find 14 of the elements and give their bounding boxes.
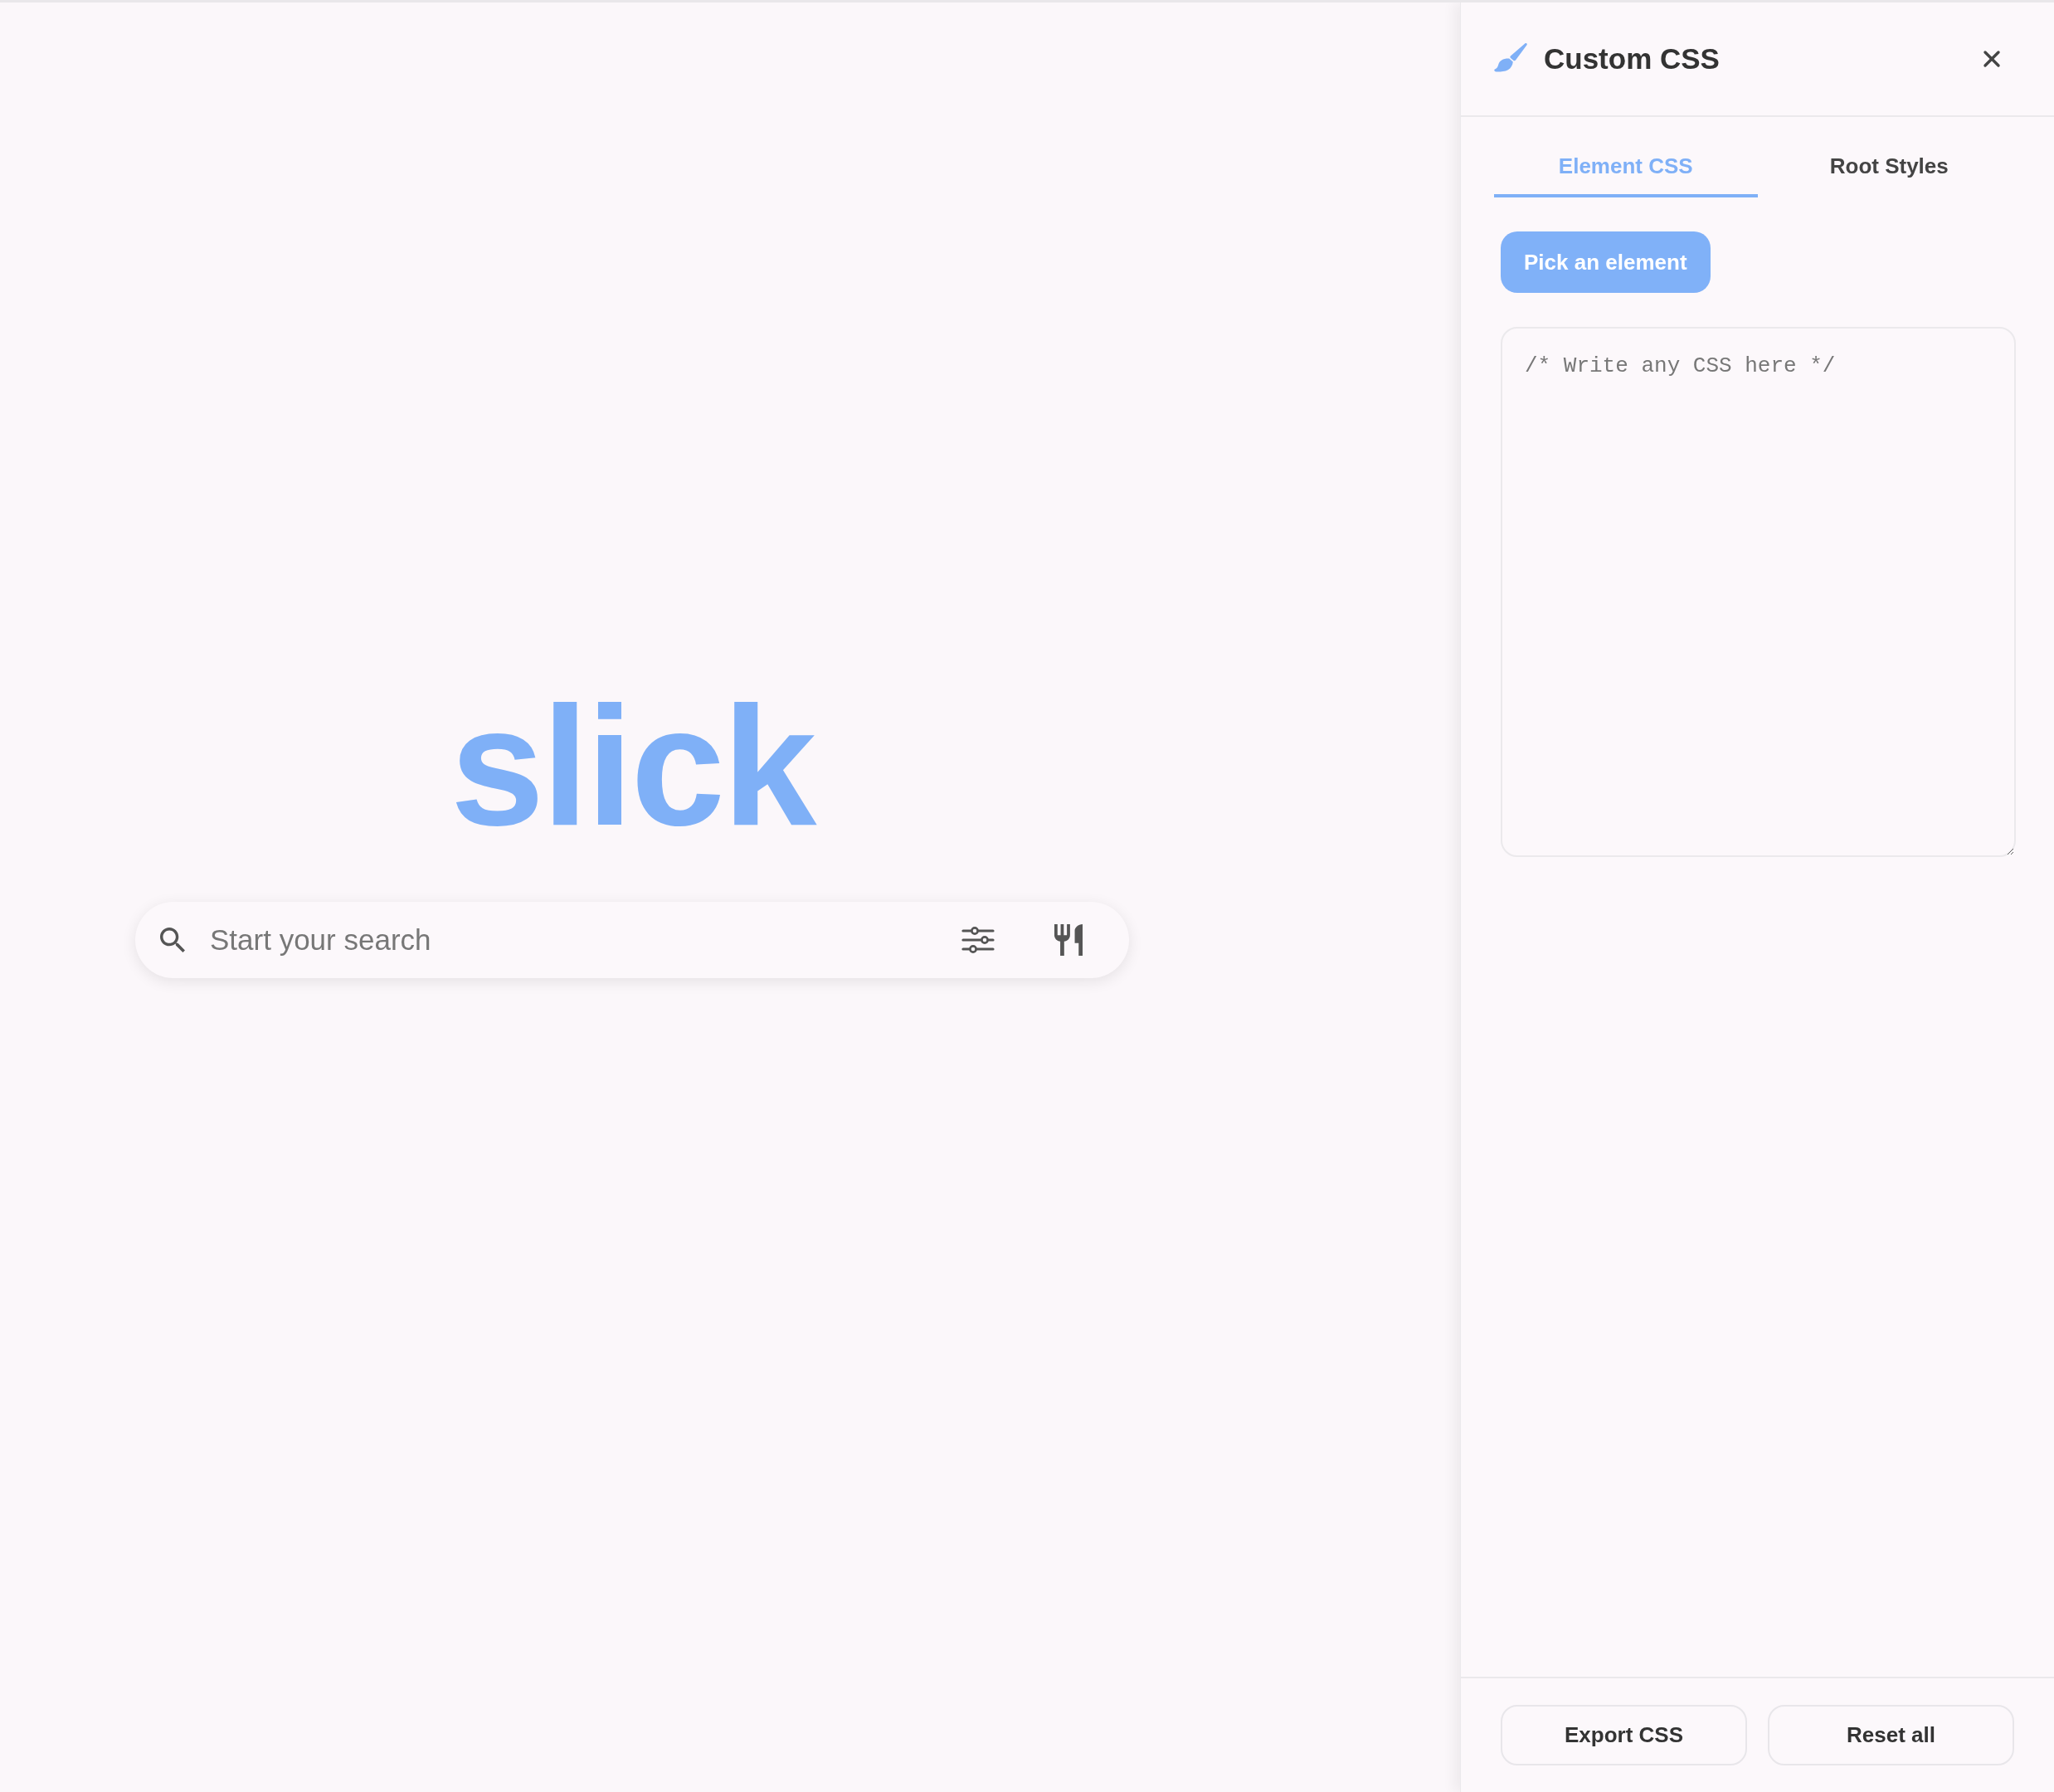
fork-knife-icon xyxy=(1054,924,1083,956)
filters-button[interactable] xyxy=(961,927,995,953)
search-icon xyxy=(160,928,185,952)
panel-title: Custom CSS xyxy=(1544,41,1720,76)
footer-button[interactable]: Export CSS xyxy=(1501,1705,1747,1765)
slick-logo: slick xyxy=(450,681,815,850)
panel-tab[interactable]: Root Styles xyxy=(1757,117,2021,197)
restaurant-button[interactable] xyxy=(1054,924,1083,956)
footer-button[interactable]: Reset all xyxy=(1768,1705,2014,1765)
close-icon xyxy=(1983,50,2001,68)
close-button[interactable] xyxy=(1981,48,2003,70)
css-editor[interactable]: /* Write any CSS here */ xyxy=(1501,327,2016,857)
sliders-icon xyxy=(961,927,995,953)
search-field[interactable]: Start your search xyxy=(210,915,945,965)
